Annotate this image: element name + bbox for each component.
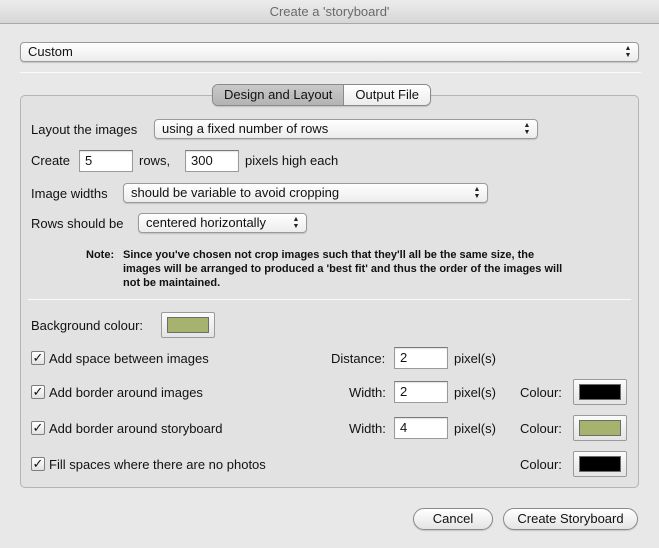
divider: [28, 299, 631, 300]
checkmark-icon: ✓: [32, 384, 44, 399]
fill-spaces-label: Fill spaces where there are no photos: [49, 457, 266, 472]
cancel-button[interactable]: Cancel: [413, 508, 493, 530]
note-text: Since you've chosen not crop images such…: [123, 249, 563, 289]
distance-label: Distance:: [331, 351, 386, 366]
image-border-label: Add border around images: [49, 385, 203, 400]
storyboard-border-checkbox[interactable]: ✓: [31, 421, 45, 435]
image-widths-value: should be variable to avoid cropping: [131, 185, 340, 200]
storyboard-border-colour-label: Colour:: [520, 421, 562, 436]
layout-label: Layout the images: [31, 122, 138, 137]
preset-select[interactable]: Custom ▲ ▼: [20, 42, 639, 62]
rows-alignment-select[interactable]: centered horizontally ▲ ▼: [138, 213, 307, 233]
row-height-label: pixels high each: [245, 153, 339, 168]
divider: [20, 72, 641, 73]
fill-spaces-colour-label: Colour:: [520, 457, 562, 472]
background-colour-label: Background colour:: [31, 318, 144, 333]
image-border-width-input[interactable]: 2: [394, 381, 448, 403]
preset-value: Custom: [28, 44, 73, 59]
tab-design-and-layout[interactable]: Design and Layout: [213, 85, 345, 105]
checkmark-icon: ✓: [32, 456, 44, 471]
background-colour-well[interactable]: [161, 312, 215, 338]
fill-spaces-colour-swatch: [579, 456, 621, 472]
space-between-checkbox[interactable]: ✓: [31, 351, 45, 365]
storyboard-border-width-input[interactable]: 4: [394, 417, 448, 439]
image-border-width-unit: pixel(s): [454, 385, 496, 400]
select-arrows-icon: ▲ ▼: [624, 45, 632, 59]
image-border-width-label: Width:: [349, 385, 386, 400]
create-storyboard-button[interactable]: Create Storyboard: [503, 508, 638, 530]
space-between-label: Add space between images: [49, 351, 209, 366]
select-arrows-icon: ▲ ▼: [473, 186, 481, 200]
storyboard-border-width-label: Width:: [349, 421, 386, 436]
rows-input[interactable]: 5: [79, 150, 133, 172]
rows-alignment-value: centered horizontally: [146, 215, 266, 230]
window-title: Create a 'storyboard': [0, 0, 659, 24]
select-arrows-icon: ▲ ▼: [292, 216, 300, 230]
distance-input[interactable]: 2: [394, 347, 448, 369]
rows-label: rows,: [139, 153, 171, 168]
fill-spaces-colour-well[interactable]: [573, 451, 627, 477]
checkmark-icon: ✓: [32, 350, 44, 365]
row-height-input[interactable]: 300: [185, 150, 239, 172]
storyboard-border-colour-swatch: [579, 420, 621, 436]
image-border-colour-label: Colour:: [520, 385, 562, 400]
fill-spaces-checkbox[interactable]: ✓: [31, 457, 45, 471]
tab-output-file[interactable]: Output File: [344, 85, 431, 105]
distance-unit: pixel(s): [454, 351, 496, 366]
tab-bar: Design and Layout Output File: [212, 84, 432, 106]
storyboard-border-label: Add border around storyboard: [49, 421, 223, 436]
image-widths-label: Image widths: [31, 186, 108, 201]
background-colour-swatch: [167, 317, 209, 333]
image-widths-select[interactable]: should be variable to avoid cropping ▲ ▼: [123, 183, 488, 203]
image-border-checkbox[interactable]: ✓: [31, 385, 45, 399]
storyboard-border-width-unit: pixel(s): [454, 421, 496, 436]
image-border-colour-swatch: [579, 384, 621, 400]
select-arrows-icon: ▲ ▼: [523, 122, 531, 136]
layout-value: using a fixed number of rows: [162, 121, 329, 136]
checkmark-icon: ✓: [32, 420, 44, 435]
note-heading: Note:: [86, 249, 115, 261]
storyboard-border-colour-well[interactable]: [573, 415, 627, 441]
image-border-colour-well[interactable]: [573, 379, 627, 405]
rows-alignment-label: Rows should be: [31, 216, 124, 231]
create-label: Create: [31, 153, 71, 168]
layout-select[interactable]: using a fixed number of rows ▲ ▼: [154, 119, 538, 139]
